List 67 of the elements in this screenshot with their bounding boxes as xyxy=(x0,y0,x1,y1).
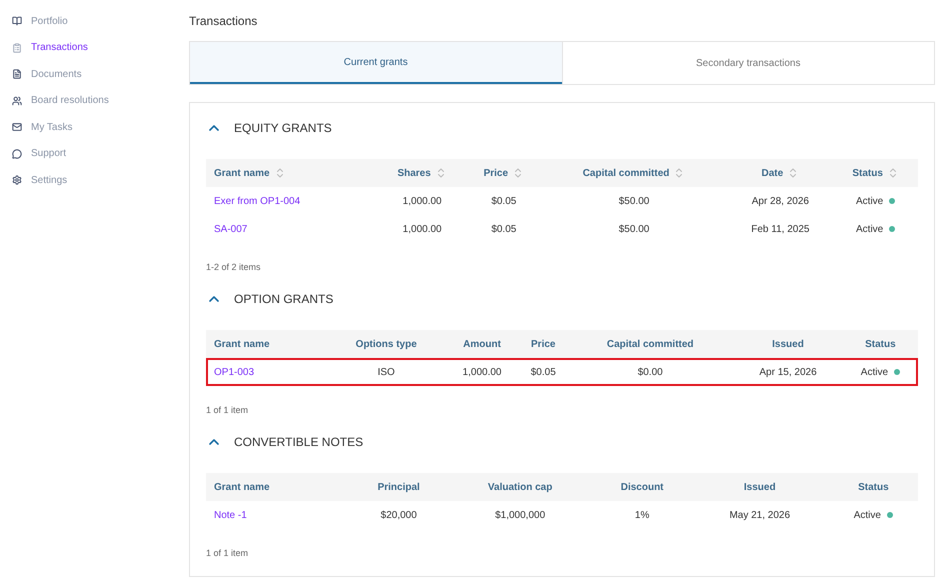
tab[interactable]: Secondary transactions xyxy=(562,42,934,84)
column-header: Price xyxy=(531,338,556,352)
table-cell: $0.05 xyxy=(491,224,516,234)
column-header: Grant name xyxy=(214,338,270,352)
column-header[interactable]: Shares xyxy=(397,166,431,180)
sidebar-item[interactable]: Settings xyxy=(12,167,189,194)
column-header: Capital committed xyxy=(606,338,694,352)
table-cell: 1,000.00 xyxy=(462,366,502,378)
status-text: Active xyxy=(856,194,884,208)
chat-icon xyxy=(12,148,22,159)
column-header: Issued xyxy=(772,338,804,352)
table-cell: $20,000 xyxy=(380,510,417,520)
grant-link[interactable]: Note -1 xyxy=(214,510,247,520)
pagination-text: 1-2 of 2 items xyxy=(206,260,261,274)
column-header[interactable]: Grant name xyxy=(214,166,270,180)
grant-link[interactable]: OP1-003 xyxy=(214,366,254,378)
table-cell: 1,000.00 xyxy=(402,196,442,206)
envelope-icon xyxy=(12,122,22,132)
column-header: Grant name xyxy=(214,480,270,494)
pagination-text: 1 of 1 item xyxy=(206,546,248,560)
page-title: Transactions xyxy=(189,12,258,30)
column-header: Amount xyxy=(463,338,501,352)
tab[interactable]: Current grants xyxy=(190,42,562,84)
sidebar-item[interactable]: Transactions xyxy=(12,34,189,61)
grant-link[interactable]: Exer from OP1-004 xyxy=(214,196,300,206)
status-text: Active xyxy=(860,366,888,380)
table-cell: 1% xyxy=(634,510,650,520)
grant-link[interactable]: SA-007 xyxy=(214,224,248,234)
sidebar-item[interactable]: Portfolio xyxy=(12,8,189,34)
section-title: EQUITY GRANTS xyxy=(234,120,332,137)
table-cell: ISO xyxy=(378,366,395,378)
table-cell: $0.00 xyxy=(638,366,663,378)
clipboard-icon xyxy=(12,42,22,53)
column-header[interactable]: Price xyxy=(484,166,508,180)
table-cell: $50.00 xyxy=(618,196,650,206)
pagination-text: 1 of 1 item xyxy=(206,404,248,416)
sidebar-item[interactable]: Board resolutions xyxy=(12,88,189,114)
table-cell: $0.05 xyxy=(530,366,556,378)
column-header: Options type xyxy=(356,338,417,352)
column-header: Status xyxy=(865,338,896,352)
status-text: Active xyxy=(856,222,884,236)
sidebar-item[interactable]: Documents xyxy=(12,61,189,88)
sidebar-item[interactable]: My Tasks xyxy=(12,114,189,140)
column-header: Discount xyxy=(620,480,664,494)
column-header: Principal xyxy=(378,480,420,494)
column-header[interactable]: Capital committed xyxy=(582,166,670,180)
book-icon xyxy=(12,16,22,26)
section-title: OPTION GRANTS xyxy=(234,291,334,308)
column-header: Status xyxy=(858,480,889,494)
column-header: Issued xyxy=(744,480,776,494)
document-icon xyxy=(12,69,22,80)
table-cell: 1,000.00 xyxy=(402,224,442,234)
column-header[interactable]: Date xyxy=(762,166,784,180)
settings-icon xyxy=(12,175,22,186)
table-cell: Feb 11, 2025 xyxy=(751,224,810,234)
column-header: Valuation cap xyxy=(488,480,552,494)
table-cell: Apr 15, 2026 xyxy=(759,366,817,378)
table-cell: $50.00 xyxy=(618,224,650,234)
column-header[interactable]: Status xyxy=(852,166,883,180)
table-cell: $0.05 xyxy=(491,196,516,206)
table-cell: Apr 28, 2026 xyxy=(752,196,809,206)
sidebar-item[interactable]: Support xyxy=(12,140,189,167)
people-icon xyxy=(12,96,22,106)
table-cell: May 21, 2026 xyxy=(729,510,790,520)
status-text: Active xyxy=(854,508,881,522)
section-title: CONVERTIBLE NOTES xyxy=(234,434,364,451)
table-cell: $1,000,000 xyxy=(495,510,546,520)
